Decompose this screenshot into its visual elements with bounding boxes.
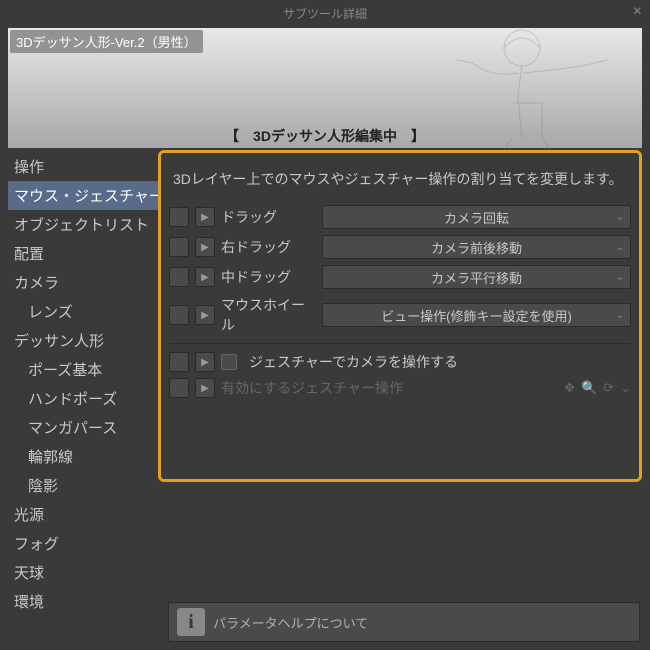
chevron-down-icon: ⌄ xyxy=(616,242,624,253)
row-dropdown[interactable]: ビュー操作(修飾キー設定を使用)⌄ xyxy=(322,303,631,327)
gesture-ops-label: 有効にするジェスチャー操作 xyxy=(221,378,403,398)
row-label: ドラッグ xyxy=(221,207,316,227)
edit-mode-banner: 【 3Dデッサン人形編集中 】 xyxy=(8,126,642,146)
sidebar-item[interactable]: デッサン人形 xyxy=(8,326,158,355)
help-text: パラメータヘルプについて xyxy=(213,613,368,632)
sidebar-item[interactable]: オブジェクトリスト xyxy=(8,210,158,239)
zoom-icon[interactable]: 🔍 xyxy=(581,380,597,396)
sidebar-item[interactable]: ハンドポーズ xyxy=(8,384,158,413)
sidebar-item[interactable]: 操作 xyxy=(8,152,158,181)
row-label: マウスホイール xyxy=(221,295,316,335)
settings-panel: 3Dレイヤー上でのマウスやジェスチャー操作の割り当てを変更します。 ▶ドラッグカ… xyxy=(158,150,642,482)
gesture-checkbox-label: ジェスチャーでカメラを操作する xyxy=(249,352,458,372)
gesture-icons-group: ✥ 🔍 ⟳ ⌄ xyxy=(564,380,631,396)
sidebar-item[interactable]: 環境 xyxy=(8,587,158,616)
sidebar-item[interactable]: 陰影 xyxy=(8,471,158,500)
param-toggle-button[interactable] xyxy=(169,305,189,325)
sidebar-item[interactable]: 天球 xyxy=(8,558,158,587)
chevron-down-icon: ⌄ xyxy=(616,212,624,223)
param-play-button[interactable]: ▶ xyxy=(195,267,215,287)
param-toggle-button[interactable] xyxy=(169,267,189,287)
close-icon[interactable]: × xyxy=(633,3,642,21)
tool-name-badge: 3Dデッサン人形-Ver.2（男性） xyxy=(10,30,203,53)
titlebar: サブツール詳細 × xyxy=(0,0,650,26)
sidebar-item[interactable]: フォグ xyxy=(8,529,158,558)
sidebar-item[interactable]: マンガパース xyxy=(8,413,158,442)
param-play-button[interactable]: ▶ xyxy=(195,305,215,325)
param-play-button[interactable]: ▶ xyxy=(195,378,215,398)
param-toggle-button[interactable] xyxy=(169,378,189,398)
category-sidebar: 操作マウス・ジェスチャーオブジェクトリスト配置カメラレンズデッサン人形ポーズ基本… xyxy=(8,148,158,650)
chevron-down-icon: ⌄ xyxy=(616,310,624,321)
param-toggle-button[interactable] xyxy=(169,352,189,372)
sidebar-item[interactable]: 輪郭線 xyxy=(8,442,158,471)
panel-description: 3Dレイヤー上でのマウスやジェスチャー操作の割り当てを変更します。 xyxy=(169,165,631,205)
row-dropdown[interactable]: カメラ前後移動⌄ xyxy=(322,235,631,259)
param-play-button[interactable]: ▶ xyxy=(195,207,215,227)
sidebar-item[interactable]: レンズ xyxy=(8,297,158,326)
preview-area: 3Dデッサン人形-Ver.2（男性） 【 3Dデッサン人形編集中 】 xyxy=(8,28,642,148)
param-toggle-button[interactable] xyxy=(169,207,189,227)
chevron-down-icon: ⌄ xyxy=(616,272,624,283)
row-label: 右ドラッグ xyxy=(221,237,316,257)
info-icon: i xyxy=(177,608,205,636)
row-dropdown[interactable]: カメラ平行移動⌄ xyxy=(322,265,631,289)
sidebar-item[interactable]: マウス・ジェスチャー xyxy=(8,181,158,210)
param-play-button[interactable]: ▶ xyxy=(195,237,215,257)
window-title: サブツール詳細 xyxy=(283,5,367,22)
help-box[interactable]: i パラメータヘルプについて xyxy=(168,602,640,642)
rotate-icon[interactable]: ⟳ xyxy=(603,380,614,396)
param-play-button[interactable]: ▶ xyxy=(195,352,215,372)
gesture-camera-checkbox[interactable] xyxy=(221,354,237,370)
row-label: 中ドラッグ xyxy=(221,267,316,287)
param-toggle-button[interactable] xyxy=(169,237,189,257)
sidebar-item[interactable]: 配置 xyxy=(8,239,158,268)
chevron-down-icon[interactable]: ⌄ xyxy=(620,380,631,396)
row-dropdown[interactable]: カメラ回転⌄ xyxy=(322,205,631,229)
sidebar-item[interactable]: ポーズ基本 xyxy=(8,355,158,384)
sidebar-item[interactable]: 光源 xyxy=(8,500,158,529)
move-icon[interactable]: ✥ xyxy=(564,380,575,396)
sidebar-item[interactable]: カメラ xyxy=(8,268,158,297)
